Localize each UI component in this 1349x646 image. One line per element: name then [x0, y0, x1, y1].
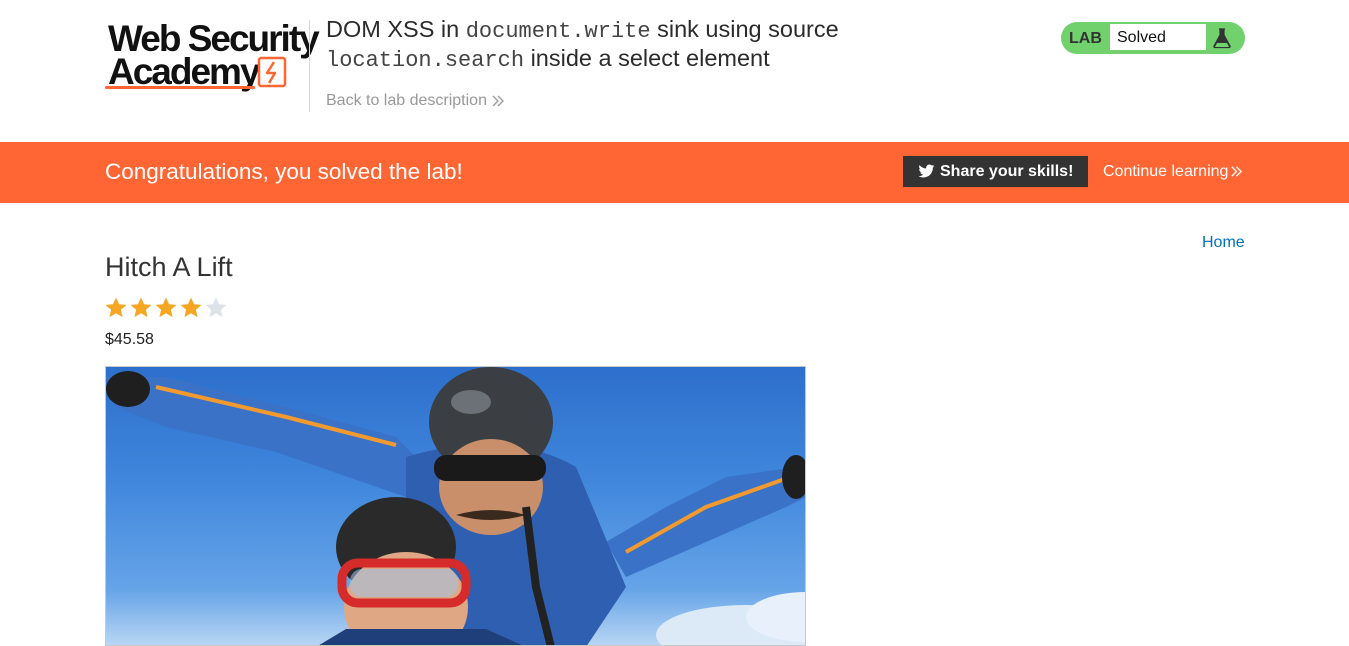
lab-title: DOM XSS in document.write sink using sou… [326, 16, 966, 74]
lab-title-text: inside a select element [524, 45, 770, 71]
solved-message: Congratulations, you solved the lab! [105, 159, 463, 184]
twitter-icon [918, 164, 935, 178]
double-chevron-right-icon [492, 95, 504, 107]
product-title: Hitch A Lift [105, 252, 233, 282]
star-filled-icon [180, 297, 202, 318]
product-price: $45.58 [105, 331, 154, 348]
logo-underline [105, 86, 255, 89]
flask-icon [1213, 28, 1231, 49]
star-filled-icon [130, 297, 152, 318]
home-link[interactable]: Home [1202, 234, 1245, 252]
product-image [105, 366, 806, 646]
continue-learning-label: Continue learning [1103, 163, 1229, 180]
lab-title-code: location.search [326, 48, 525, 73]
double-chevron-right-icon [1231, 166, 1243, 177]
share-button-label: Share your skills! [940, 163, 1074, 180]
header-divider [309, 20, 310, 112]
share-skills-button[interactable]: Share your skills! [903, 156, 1088, 187]
logo-text-line2: Academy [108, 51, 261, 92]
lab-status-badge: LAB Solved [1061, 22, 1245, 54]
back-to-lab-description-link[interactable]: Back to lab description [326, 92, 505, 110]
product-rating [104, 296, 229, 320]
logo-bolt-icon [257, 56, 287, 88]
lab-title-text: DOM XSS in [326, 16, 466, 42]
back-link-label: Back to lab description [326, 92, 487, 109]
star-filled-icon [105, 297, 127, 318]
lab-header: Web Security Academy DOM XSS in document… [0, 0, 1349, 142]
lab-solved-banner: Congratulations, you solved the lab! Sha… [0, 142, 1349, 203]
lab-title-code: document.write [465, 19, 651, 44]
lab-title-text: sink using source [650, 16, 839, 42]
lab-label: LAB [1069, 30, 1102, 47]
web-security-academy-logo[interactable]: Web Security Academy [105, 20, 320, 95]
skydivers-photo-icon [106, 367, 805, 645]
lab-status-text: Solved [1109, 23, 1207, 51]
star-filled-icon [155, 297, 177, 318]
continue-learning-link[interactable]: Continue learning [1103, 163, 1243, 181]
star-empty-icon [205, 297, 227, 318]
